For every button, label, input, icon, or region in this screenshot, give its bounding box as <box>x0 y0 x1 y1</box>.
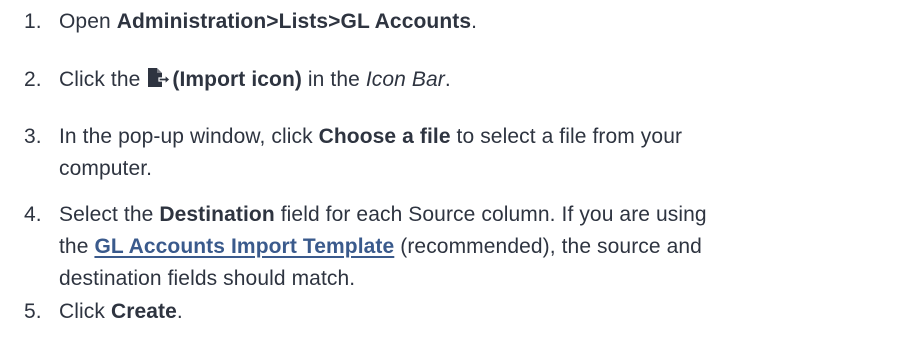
step-line: computer. <box>59 157 153 180</box>
import-icon-label: (Import icon) <box>172 68 302 91</box>
step-number: 5. <box>24 300 42 323</box>
step-text: In the pop-up window, click Choose a fil… <box>59 121 918 185</box>
step-text-plain: Click <box>59 300 111 323</box>
icon-bar-label: Icon Bar <box>365 68 445 91</box>
step-text-plain: Click the <box>59 68 147 91</box>
import-icon <box>146 67 171 89</box>
step-text-plain: in the <box>301 68 366 91</box>
step-number: 2. <box>24 68 42 91</box>
step-text: Click Create. <box>59 296 918 328</box>
step-text-plain: In the pop-up window, click <box>59 125 319 148</box>
step-number: 3. <box>24 125 42 148</box>
step-text-plain: field for each Source column. If you are… <box>274 203 707 226</box>
step-line: the GL Accounts Import Template (recomme… <box>59 231 918 263</box>
menu-path: Administration>Lists>GL Accounts <box>116 10 472 33</box>
step-text-plain: to select a file from your <box>450 125 683 148</box>
step-number: 1. <box>24 10 42 33</box>
step-text: Open Administration>Lists>GL Accounts. <box>59 6 918 38</box>
destination-label: Destination <box>159 203 275 226</box>
step-text: Click the (Import icon) in the Icon Bar. <box>59 64 918 96</box>
step-line: In the pop-up window, click Choose a fil… <box>59 121 918 153</box>
step-text-plain: Open <box>59 10 117 33</box>
step-text-plain: . <box>176 300 183 323</box>
step-text: Select the Destination field for each So… <box>59 199 918 295</box>
step-text-plain: Select the <box>59 203 160 226</box>
step-text-plain: the <box>59 235 95 258</box>
step-text-plain: . <box>471 10 478 33</box>
choose-file-label: Choose a file <box>318 125 451 148</box>
step-text-plain: (recommended), the source and <box>394 235 702 258</box>
step-number: 4. <box>24 203 42 226</box>
step-text-plain: . <box>444 68 451 91</box>
import-template-link[interactable]: GL Accounts Import Template <box>94 235 394 258</box>
step-line: destination fields should match. <box>59 267 356 290</box>
step-line: Select the Destination field for each So… <box>59 199 918 231</box>
create-label: Create <box>110 300 177 323</box>
